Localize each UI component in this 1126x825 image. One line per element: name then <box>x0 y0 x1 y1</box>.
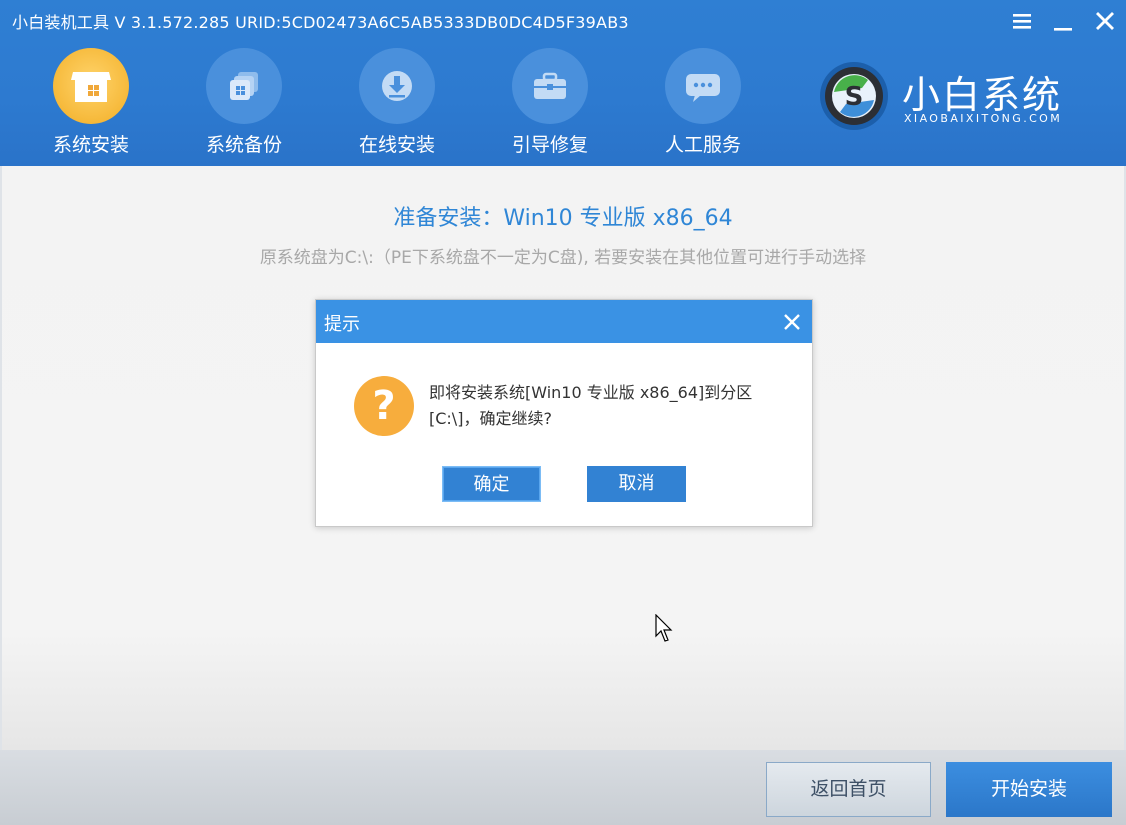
brand: S 小白系统 XIAOBAIXITONG.COM <box>818 60 1098 140</box>
confirm-dialog: 提示 ? 即将安装系统[Win10 专业版 x86_64]到分区 [C:\]，确… <box>315 299 813 527</box>
cancel-button[interactable]: 取消 <box>587 466 686 502</box>
window-title: 小白装机工具 V 3.1.572.285 URID:5CD02473A6C5AB… <box>12 13 629 32</box>
nav-label: 人工服务 <box>664 134 741 156</box>
nav-label: 系统备份 <box>205 134 282 156</box>
nav-label: 在线安装 <box>358 134 435 156</box>
nav-item-system-backup[interactable]: 系统备份 <box>189 48 299 158</box>
windows-box-icon <box>53 48 129 124</box>
nav-item-human-service[interactable]: 人工服务 <box>648 48 758 158</box>
svg-text:S: S <box>845 82 864 112</box>
minimize-icon[interactable] <box>1046 4 1080 38</box>
toolbox-icon <box>512 48 588 124</box>
dialog-message-line: [C:\]，确定继续? <box>429 409 552 428</box>
chat-icon <box>665 48 741 124</box>
dialog-titlebar: 提示 <box>316 300 812 343</box>
close-icon[interactable] <box>1088 4 1122 38</box>
dialog-close-icon[interactable] <box>778 308 806 336</box>
confirm-button[interactable]: 确定 <box>442 466 541 502</box>
footer-bar: 返回首页 开始安装 <box>0 750 1126 825</box>
menu-icon[interactable] <box>1005 4 1039 38</box>
back-home-button[interactable]: 返回首页 <box>766 762 931 817</box>
dialog-message: 即将安装系统[Win10 专业版 x86_64]到分区 [C:\]，确定继续? <box>429 380 799 432</box>
page-hint: 原系统盘为C:\:（PE下系统盘不一定为C盘), 若要安装在其他位置可进行手动选… <box>259 248 867 268</box>
nav-label: 系统安装 <box>52 134 129 156</box>
page-title: 准备安装：Win10 专业版 x86_64 <box>393 206 733 231</box>
nav-item-online-install[interactable]: 在线安装 <box>342 48 452 158</box>
download-icon <box>359 48 435 124</box>
logo-icon: S <box>818 60 890 132</box>
dialog-title: 提示 <box>324 314 360 335</box>
brand-name: 小白系统 <box>902 73 1063 117</box>
question-icon: ? <box>354 376 414 436</box>
brand-subtitle: XIAOBAIXITONG.COM <box>904 112 1063 125</box>
header-bar: 小白装机工具 V 3.1.572.285 URID:5CD02473A6C5AB… <box>0 0 1126 166</box>
nav-label: 引导修复 <box>511 134 588 156</box>
dialog-message-line: 即将安装系统[Win10 专业版 x86_64]到分区 <box>429 383 753 402</box>
nav-item-system-install[interactable]: 系统安装 <box>36 48 146 158</box>
nav-item-boot-repair[interactable]: 引导修复 <box>495 48 605 158</box>
mouse-pointer-icon <box>655 613 675 644</box>
start-install-button[interactable]: 开始安装 <box>946 762 1112 817</box>
backup-icon <box>206 48 282 124</box>
